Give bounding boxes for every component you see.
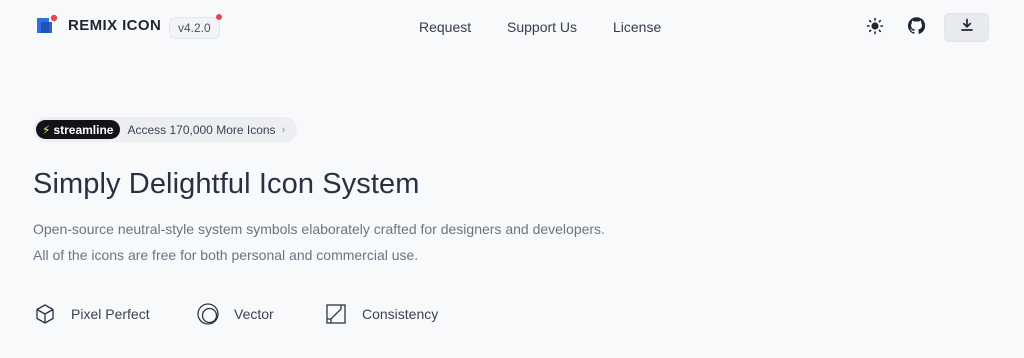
lightning-icon: ⚡ — [42, 122, 51, 137]
streamline-promo-link[interactable]: ⚡ streamline Access 170,000 More Icons › — [33, 117, 298, 142]
circle-icon — [196, 302, 220, 326]
sun-icon — [866, 17, 884, 40]
brand-name: REMIX ICON — [68, 16, 162, 34]
promo-text: Access 170,000 More Icons — [127, 122, 276, 137]
hero-description-line-1: Open-source neutral-style system symbols… — [33, 221, 605, 237]
version-label: v4.2.0 — [178, 21, 211, 35]
nav-license-link[interactable]: License — [613, 19, 661, 35]
brand-logo-link[interactable]: REMIX ICON — [36, 14, 161, 36]
feature-consistency: Consistency — [324, 300, 438, 328]
version-badge[interactable]: v4.2.0 — [169, 14, 222, 39]
streamline-badge: ⚡ streamline — [36, 120, 121, 139]
feature-label: Consistency — [362, 306, 439, 322]
chevron-right-icon: › — [281, 123, 286, 136]
feature-label: Vector — [234, 306, 274, 322]
grid-square-icon — [324, 302, 348, 326]
page: REMIX ICON v4.2.0 Request Support Us Lic… — [0, 0, 1024, 358]
feature-vector: Vector — [196, 300, 274, 328]
theme-toggle-button[interactable] — [861, 14, 889, 42]
top-bar: REMIX ICON v4.2.0 Request Support Us Lic… — [0, 0, 1024, 56]
hero-title: Simply Delightful Icon System — [33, 168, 420, 200]
hero-description-line-2: All of the icons are free for both perso… — [33, 247, 419, 263]
feature-pixel-perfect: Pixel Perfect — [33, 300, 150, 328]
remix-logo-icon — [36, 14, 58, 36]
nav-request-link[interactable]: Request — [419, 19, 471, 35]
new-version-dot — [215, 14, 222, 20]
cube-icon — [33, 302, 57, 326]
download-icon — [960, 18, 974, 37]
nav-support-us-link[interactable]: Support Us — [507, 19, 577, 35]
github-icon — [907, 17, 925, 39]
download-button[interactable] — [944, 13, 989, 42]
github-link-button[interactable] — [902, 14, 930, 42]
feature-label: Pixel Perfect — [71, 306, 150, 322]
streamline-badge-label: streamline — [53, 122, 114, 137]
